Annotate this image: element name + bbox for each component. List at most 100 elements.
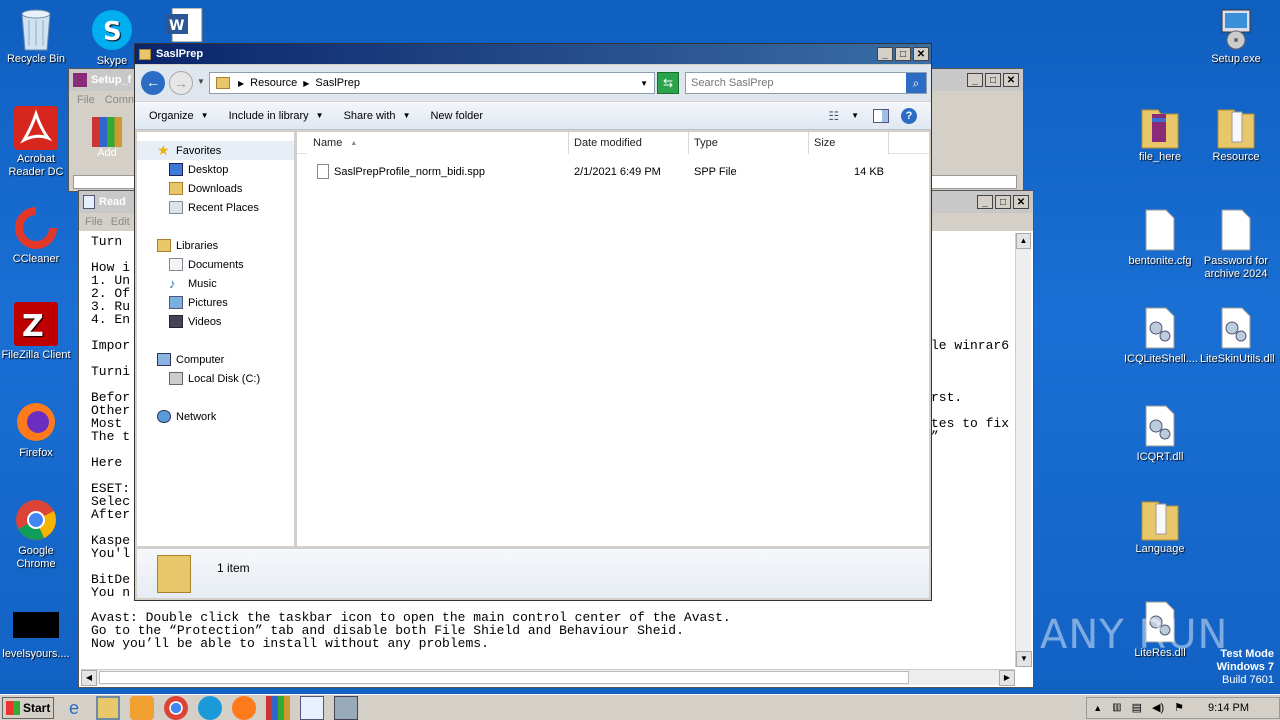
nav-desktop[interactable]: Desktop: [137, 160, 294, 179]
recycle-bin-icon: [14, 6, 58, 51]
search-box[interactable]: ⌕: [685, 72, 927, 94]
clock[interactable]: 9:14 PM: [1208, 702, 1249, 714]
nav-music[interactable]: ♪ Music: [137, 274, 294, 293]
desktop-icon-language[interactable]: Language: [1124, 496, 1196, 556]
vertical-scrollbar[interactable]: ▲ ▼: [1015, 233, 1032, 667]
menu-file[interactable]: File: [85, 216, 103, 228]
network-tray-icon[interactable]: ▤: [1132, 701, 1142, 714]
column-header-date[interactable]: Date modified: [569, 132, 689, 154]
view-dropdown-icon[interactable]: ▼: [851, 111, 859, 120]
taskbar: Start e ▲ ▥ ▤ ◀) ⚑ 9:14 PM: [0, 694, 1280, 720]
breadcrumb-resource[interactable]: Resource: [250, 77, 297, 89]
help-icon[interactable]: ?: [901, 107, 917, 124]
minimize-button[interactable]: _: [967, 73, 983, 87]
file-list-pane[interactable]: Name ▲ Date modified Type Size SaslPrepPr…: [297, 132, 929, 546]
desktop-icon-recycle-bin[interactable]: Recycle Bin: [0, 6, 72, 66]
menu-file[interactable]: File: [77, 94, 95, 106]
add-button[interactable]: Add: [89, 117, 125, 159]
edge-icon[interactable]: [198, 695, 222, 720]
desktop-icon-firefox[interactable]: Firefox: [0, 400, 72, 460]
desktop-icon-resource[interactable]: Resource: [1200, 104, 1272, 164]
maximize-button[interactable]: □: [995, 195, 1011, 209]
media-player-icon[interactable]: [130, 695, 154, 720]
tray-icon[interactable]: ▥: [1112, 702, 1121, 713]
minimize-button[interactable]: _: [877, 47, 893, 61]
start-button[interactable]: Start: [2, 696, 54, 719]
back-button[interactable]: ←: [141, 71, 165, 95]
column-header-type[interactable]: Type: [689, 132, 809, 154]
explorer-taskbar-icon[interactable]: [96, 695, 120, 720]
desktop-icon-bentonite[interactable]: bentonite.cfg: [1124, 208, 1196, 268]
desktop-icon-filezilla[interactable]: Z FileZilla Client: [0, 302, 72, 362]
close-button[interactable]: ✕: [1013, 195, 1029, 209]
volume-icon[interactable]: ◀): [1152, 701, 1164, 714]
show-hidden-icons-icon[interactable]: ▲: [1093, 703, 1102, 713]
address-dropdown-icon[interactable]: ▼: [640, 79, 648, 88]
file-row[interactable]: SaslPrepProfile_norm_bidi.spp 2/1/2021 6…: [313, 164, 913, 182]
share-label: Share with: [343, 109, 396, 122]
nav-libraries[interactable]: Libraries: [137, 236, 294, 255]
horizontal-scrollbar[interactable]: ◀ ▶: [81, 669, 1015, 686]
maximize-button[interactable]: □: [985, 73, 1001, 87]
scroll-up-arrow[interactable]: ▲: [1016, 233, 1031, 249]
forward-button[interactable]: →: [169, 71, 193, 95]
desktop-icon-setup-exe[interactable]: Setup.exe: [1200, 6, 1272, 66]
nav-recent-places[interactable]: Recent Places: [137, 198, 294, 217]
nav-favorites[interactable]: ★ Favorites: [137, 141, 294, 160]
desktop-icon-ccleaner[interactable]: CCleaner: [0, 206, 72, 266]
desktop-icon-levelsyours[interactable]: levelsyours....: [0, 612, 72, 661]
winrar-taskbar-icon[interactable]: [266, 695, 290, 720]
nav-documents[interactable]: Documents: [137, 255, 294, 274]
new-folder-button[interactable]: New folder: [430, 110, 483, 122]
maximize-button[interactable]: □: [895, 47, 911, 61]
action-center-icon[interactable]: ⚑: [1174, 701, 1184, 714]
preview-pane-icon[interactable]: [873, 108, 889, 123]
nav-pictures[interactable]: Pictures: [137, 293, 294, 312]
notepad-text-left[interactable]: Turn How i 1. Un 2. Of 3. Ru 4. En Impor Turni…: [91, 235, 130, 599]
nav-videos[interactable]: Videos: [137, 312, 294, 331]
menu-edit[interactable]: Edit: [111, 216, 130, 228]
column-header-size[interactable]: Size: [809, 132, 889, 154]
desktop-icon-icqrt[interactable]: ICQRT.dll: [1124, 404, 1196, 464]
nav-downloads[interactable]: Downloads: [137, 179, 294, 198]
notepad-taskbar-icon[interactable]: [300, 695, 324, 720]
explorer-window[interactable]: SaslPrep _ □ ✕ ← → ▼ ▶ Resource ▶ SaslPrep…: [134, 43, 932, 601]
organize-button[interactable]: Organize ▼: [149, 110, 209, 122]
file-size: 14 KB: [854, 166, 884, 178]
scroll-thumb[interactable]: [99, 671, 909, 684]
firefox-taskbar-icon[interactable]: [232, 695, 256, 720]
scroll-right-arrow[interactable]: ▶: [999, 670, 1015, 686]
nav-local-disk[interactable]: Local Disk (C:): [137, 369, 294, 388]
organize-label: Organize: [149, 109, 194, 122]
include-in-library-button[interactable]: Include in library ▼: [229, 110, 324, 122]
desktop-icon-liteskinutils[interactable]: LiteSkinUtils.dll: [1200, 306, 1275, 366]
share-with-button[interactable]: Share with ▼: [344, 110, 411, 122]
breadcrumb-saslprep[interactable]: SaslPrep: [315, 77, 360, 89]
scroll-down-arrow[interactable]: ▼: [1016, 651, 1032, 667]
nav-network[interactable]: Network: [137, 407, 294, 426]
desktop-icon-icqliteshell[interactable]: ICQLiteShell....: [1124, 306, 1198, 366]
ie-icon[interactable]: e: [62, 696, 86, 720]
column-header-name[interactable]: Name ▲: [307, 132, 569, 154]
scroll-left-arrow[interactable]: ◀: [81, 670, 97, 686]
desktop-icon-file-here[interactable]: file_here: [1124, 104, 1196, 164]
explorer-titlebar: SaslPrep _ □ ✕: [135, 44, 931, 64]
search-icon[interactable]: ⌕: [906, 73, 926, 93]
word-doc-icon[interactable]: W: [164, 7, 210, 43]
close-button[interactable]: ✕: [1003, 73, 1019, 87]
address-bar[interactable]: ▶ Resource ▶ SaslPrep ▼: [209, 72, 655, 94]
setup-taskbar-icon[interactable]: [334, 695, 358, 720]
desktop-icon-acrobat[interactable]: Acrobat Reader DC: [0, 106, 72, 179]
close-button[interactable]: ✕: [913, 47, 929, 61]
chrome-taskbar-icon[interactable]: [164, 695, 188, 720]
refresh-button[interactable]: ⇆: [657, 72, 679, 94]
nav-computer[interactable]: Computer: [137, 350, 294, 369]
desktop-icon-password[interactable]: Password for archive 2024: [1200, 208, 1272, 281]
minimize-button[interactable]: _: [977, 195, 993, 209]
search-input[interactable]: [691, 77, 901, 89]
view-options-icon[interactable]: ☷: [828, 109, 839, 123]
menu-commands[interactable]: Comm: [105, 94, 137, 106]
desktop-icon-chrome[interactable]: Google Chrome: [0, 498, 72, 571]
text-line: Turni: [91, 364, 131, 379]
recent-pages-dropdown[interactable]: ▼: [197, 77, 205, 86]
